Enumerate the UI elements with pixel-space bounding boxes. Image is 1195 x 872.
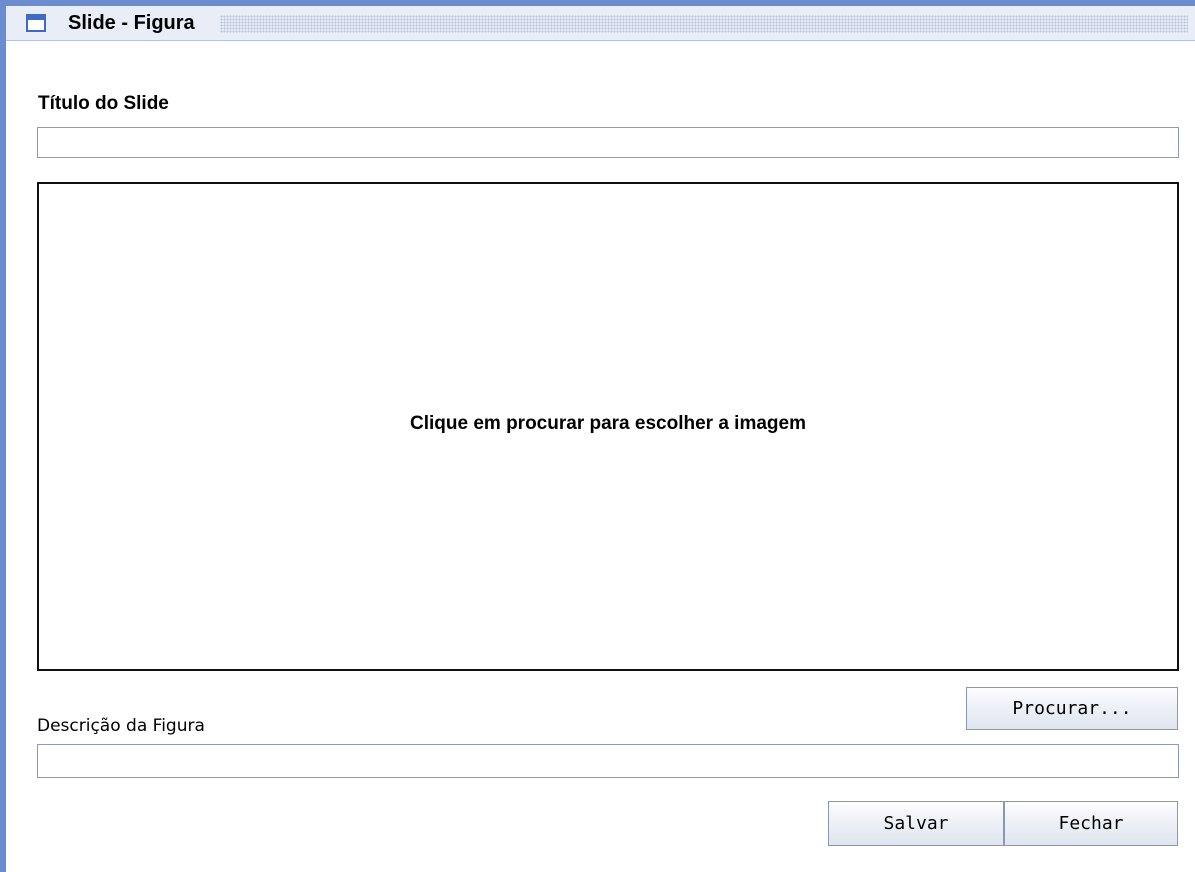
slide-title-input[interactable] — [37, 127, 1179, 158]
window-icon — [26, 14, 46, 32]
save-button[interactable]: Salvar — [828, 801, 1004, 846]
title-bar[interactable]: Slide - Figura — [6, 6, 1195, 41]
close-button[interactable]: Fechar — [1004, 801, 1178, 846]
title-bar-pattern — [220, 15, 1188, 33]
description-input[interactable] — [37, 744, 1179, 778]
slide-title-label: Título do Slide — [38, 93, 169, 114]
image-hint-text: Clique em procurar para escolher a image… — [410, 412, 806, 434]
description-label: Descrição da Figura — [37, 716, 205, 736]
window-title: Slide - Figura — [68, 12, 195, 34]
browse-button[interactable]: Procurar... — [966, 687, 1178, 730]
image-preview-area: Clique em procurar para escolher a image… — [37, 182, 1179, 671]
slide-figura-window: Slide - Figura Título do Slide Clique em… — [0, 0, 1195, 872]
